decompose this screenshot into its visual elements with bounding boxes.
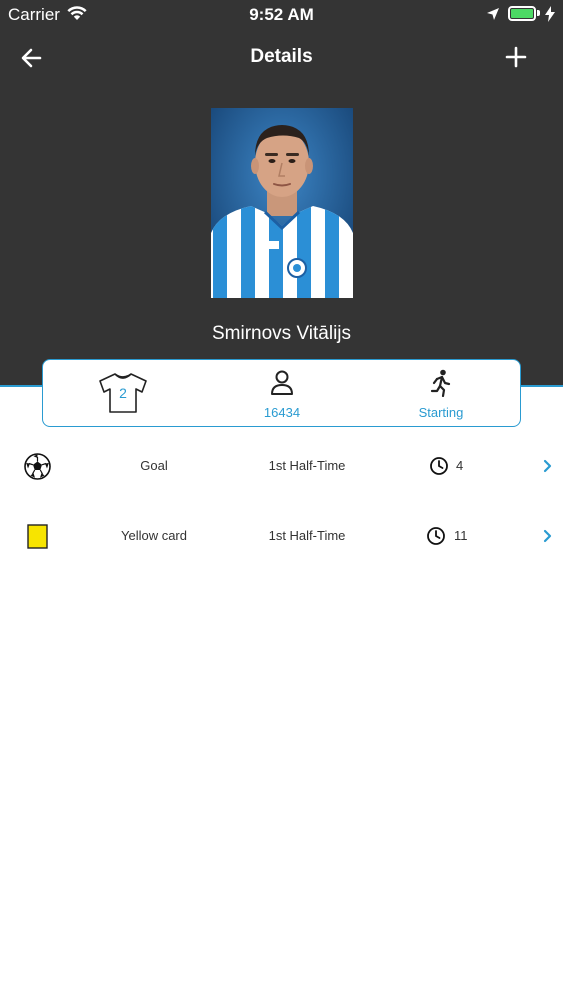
battery-level-fill [511, 9, 533, 18]
battery-tip [537, 10, 540, 16]
event-type: Goal [140, 458, 168, 473]
player-stats-card: 2 16434 Starting [42, 359, 521, 427]
chevron-right-icon [543, 459, 552, 473]
location-arrow-icon [486, 7, 500, 26]
chevron-right-icon [543, 529, 552, 543]
shirt-number-stat[interactable]: 2 [43, 360, 203, 426]
event-type: Yellow card [120, 528, 187, 543]
player-id-number: 16434 [263, 405, 301, 420]
add-button[interactable] [502, 43, 530, 71]
event-row-goal[interactable]: Goal 1st Half-Time 4 [0, 441, 563, 491]
charging-bolt-icon [545, 6, 555, 27]
clock-time: 9:52 AM [249, 5, 314, 24]
soccer-ball-icon [24, 453, 51, 480]
status-bar: Carrier 9:52 AM [0, 0, 563, 30]
player-name: Smirnovs Vitālijs [211, 323, 352, 344]
page-title: Details [250, 46, 313, 67]
player-status-stat[interactable]: Starting [361, 360, 521, 426]
event-minute: 4 [456, 458, 464, 473]
running-person-icon [430, 369, 451, 397]
clock-icon [430, 457, 448, 475]
player-id-stat[interactable]: 16434 [202, 360, 362, 426]
yellow-card-icon [24, 523, 51, 550]
event-minute: 11 [454, 528, 468, 543]
plus-icon [505, 46, 527, 68]
battery-icon [508, 6, 536, 21]
event-period: 1st Half-Time [268, 528, 346, 543]
clock-icon [427, 527, 445, 545]
player-photo [211, 108, 353, 298]
event-row-yellow-card[interactable]: Yellow card 1st Half-Time 11 [0, 511, 563, 561]
player-status: Starting [418, 405, 464, 420]
person-icon [271, 370, 293, 395]
shirt-number: 2 [119, 385, 127, 401]
event-period: 1st Half-Time [268, 458, 346, 473]
